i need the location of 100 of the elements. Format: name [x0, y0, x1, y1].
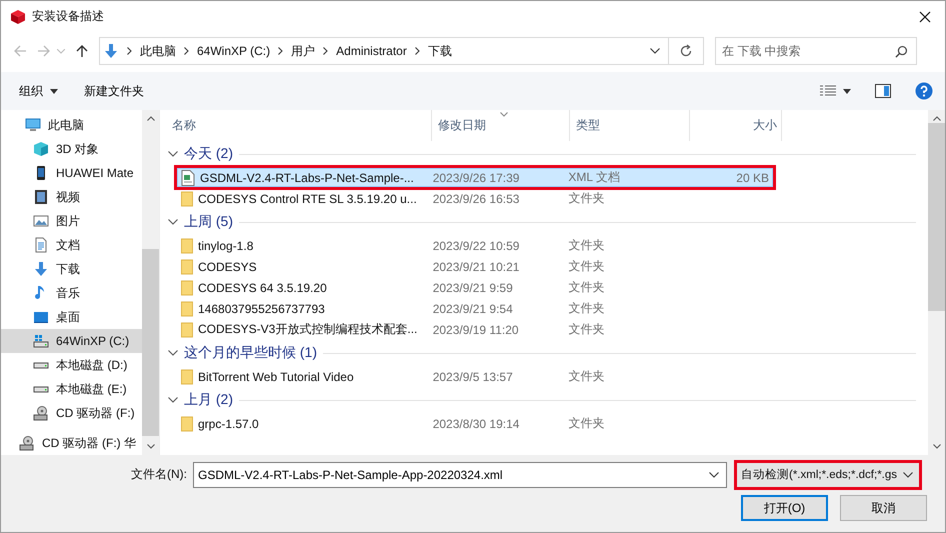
document-icon: [33, 237, 49, 253]
cd-drive-icon: [19, 435, 35, 451]
desktop-icon: [33, 309, 49, 325]
up-arrow-icon[interactable]: [75, 44, 89, 58]
nav-item[interactable]: 本地磁盘 (D:): [1, 353, 142, 377]
file-row[interactable]: 1468037955256737793 2023/9/21 9:54 文件夹: [176, 298, 774, 319]
nav-item[interactable]: CD 驱动器 (F:) 华: [1, 431, 142, 455]
file-type: 文件夹: [567, 368, 606, 385]
search-field[interactable]: 在 下载 中搜索: [715, 37, 917, 65]
cd-drive-icon: [33, 405, 49, 421]
caret-icon: [50, 88, 58, 94]
scrollbar[interactable]: [142, 110, 159, 455]
new-folder-button[interactable]: 新建文件夹: [76, 80, 152, 102]
preview-pane-icon[interactable]: [875, 84, 891, 98]
chevron-right-icon: [323, 47, 328, 55]
breadcrumb[interactable]: Administrator: [336, 44, 407, 58]
folder-icon: [181, 258, 193, 274]
nav-item[interactable]: 音乐: [1, 281, 142, 305]
column-header[interactable]: 名称: [166, 110, 432, 141]
group-header[interactable]: 这个月的早些时候 (1): [184, 344, 317, 362]
open-button[interactable]: 打开(O): [741, 495, 828, 521]
nav-item[interactable]: 图片: [1, 209, 142, 233]
nav-item[interactable]: 视频: [1, 185, 142, 209]
help-icon[interactable]: [915, 82, 933, 100]
close-icon[interactable]: [919, 10, 931, 22]
image-icon: [33, 213, 49, 229]
file-row[interactable]: CODESYS 2023/9/21 10:21 文件夹: [176, 256, 774, 277]
computer-icon: [25, 117, 41, 133]
nav-item[interactable]: 本地磁盘 (E:): [1, 377, 142, 401]
window-title: 安装设备描述: [32, 8, 105, 25]
scrollbar[interactable]: [928, 110, 945, 455]
dropdown-caret-icon[interactable]: [650, 48, 660, 54]
chevron-down-icon[interactable]: [168, 397, 178, 403]
nav-item[interactable]: 文档: [1, 233, 142, 257]
file-row[interactable]: CODESYS Control RTE SL 3.5.19.20 u... 2023/9/26 16:53 文件夹: [176, 188, 774, 209]
file-row[interactable]: CODESYS 64 3.5.19.20 2023/9/21 9:59 文件夹: [176, 277, 774, 298]
file-row[interactable]: grpc-1.57.0 2023/8/30 19:14 文件夹: [176, 413, 774, 434]
file-row[interactable]: CODESYS-V3开放式控制编程技术配套... 2023/9/19 11:20 文件夹: [176, 319, 774, 340]
file-type: 文件夹: [567, 258, 606, 275]
file-name: CODESYS Control RTE SL 3.5.19.20 u...: [198, 192, 417, 206]
date-modified: 2023/9/26 16:53: [432, 192, 520, 206]
chevron-down-icon[interactable]: [168, 219, 178, 225]
column-header[interactable]: 修改日期: [432, 110, 570, 141]
breadcrumb[interactable]: 此电脑: [140, 42, 176, 60]
download-arrow-icon: [103, 43, 119, 59]
nav-item[interactable]: 此电脑: [1, 113, 142, 137]
folder-icon: [181, 322, 193, 338]
group-header[interactable]: 今天 (2): [184, 145, 233, 163]
address-bar[interactable]: 此电脑 64WinXP (C:) 用户 Administrator 下载: [99, 37, 704, 65]
folder-icon: [181, 280, 193, 296]
file-name: CODESYS 64 3.5.19.20: [198, 280, 327, 294]
drive-icon: [33, 362, 49, 368]
group-header[interactable]: 上月 (2): [184, 391, 233, 409]
chevron-down-icon[interactable]: [168, 151, 178, 157]
breadcrumb[interactable]: 64WinXP (C:): [197, 44, 270, 58]
folder-icon: [181, 368, 193, 384]
file-name: GSDML-V2.4-RT-Labs-P-Net-Sample-...: [200, 170, 414, 184]
file-type: XML 文档: [567, 169, 621, 186]
chevron-right-icon: [278, 47, 284, 55]
column-header[interactable]: 大小: [690, 110, 782, 141]
chevron-right-icon: [127, 47, 132, 55]
file-name: CODESYS-V3开放式控制编程技术配套...: [198, 321, 418, 338]
file-name-label: 文件名(N):: [131, 466, 187, 483]
column-header[interactable]: 类型: [570, 110, 690, 141]
view-list-icon[interactable]: [820, 85, 836, 97]
file-type-dropdown[interactable]: 自动检测(*.xml;*.eds;*.dcf;*.gs: [734, 460, 922, 490]
cancel-button[interactable]: 取消: [840, 495, 927, 521]
chevron-down-icon[interactable]: [168, 350, 178, 356]
date-modified: 2023/9/21 9:59: [432, 280, 514, 294]
file-name-field[interactable]: GSDML-V2.4-RT-Labs-P-Net-Sample-App-20220324.xml: [193, 462, 727, 488]
date-modified: 2023/9/19 11:20: [432, 322, 520, 336]
cube-logo-icon: [10, 8, 26, 24]
group-header[interactable]: 上周 (5): [184, 213, 233, 231]
refresh-icon: [679, 44, 693, 58]
file-row[interactable]: BitTorrent Web Tutorial Video 2023/9/5 13:57 文件夹: [176, 366, 774, 387]
file-type: 文件夹: [567, 237, 606, 254]
nav-item[interactable]: 下载: [1, 257, 142, 281]
caret-icon[interactable]: [843, 88, 851, 94]
file-name: grpc-1.57.0: [198, 416, 259, 430]
file-type: 文件夹: [567, 279, 606, 296]
date-modified: 2023/9/5 13:57: [432, 370, 514, 384]
file-type: 文件夹: [567, 321, 606, 338]
breadcrumb[interactable]: 用户: [291, 42, 316, 60]
scroll-down-icon: [932, 444, 940, 449]
nav-item[interactable]: 桌面: [1, 305, 142, 329]
organize-menu[interactable]: 组织: [11, 80, 66, 102]
file-name: tinylog-1.8: [198, 238, 254, 252]
chevron-right-icon: [414, 47, 420, 55]
file-row[interactable]: tinylog-1.8 2023/9/22 10:59 文件夹: [176, 235, 774, 256]
file-name: CODESYS: [198, 260, 257, 274]
nav-item[interactable]: CD 驱动器 (F:): [1, 401, 142, 425]
file-name: BitTorrent Web Tutorial Video: [198, 370, 354, 384]
nav-item[interactable]: HUAWEI Mate: [1, 161, 142, 185]
date-modified: 2023/8/30 19:14: [432, 416, 520, 430]
file-type: 文件夹: [567, 300, 606, 317]
nav-item[interactable]: 64WinXP (C:): [1, 329, 142, 353]
breadcrumb[interactable]: 下载: [428, 42, 452, 60]
nav-item[interactable]: 3D 对象: [1, 137, 142, 161]
file-row[interactable]: GSDML-V2.4-RT-Labs-P-Net-Sample-... 2023/9/26 17:39 XML 文档 20 KB: [174, 165, 776, 190]
folder-icon: [181, 300, 193, 316]
